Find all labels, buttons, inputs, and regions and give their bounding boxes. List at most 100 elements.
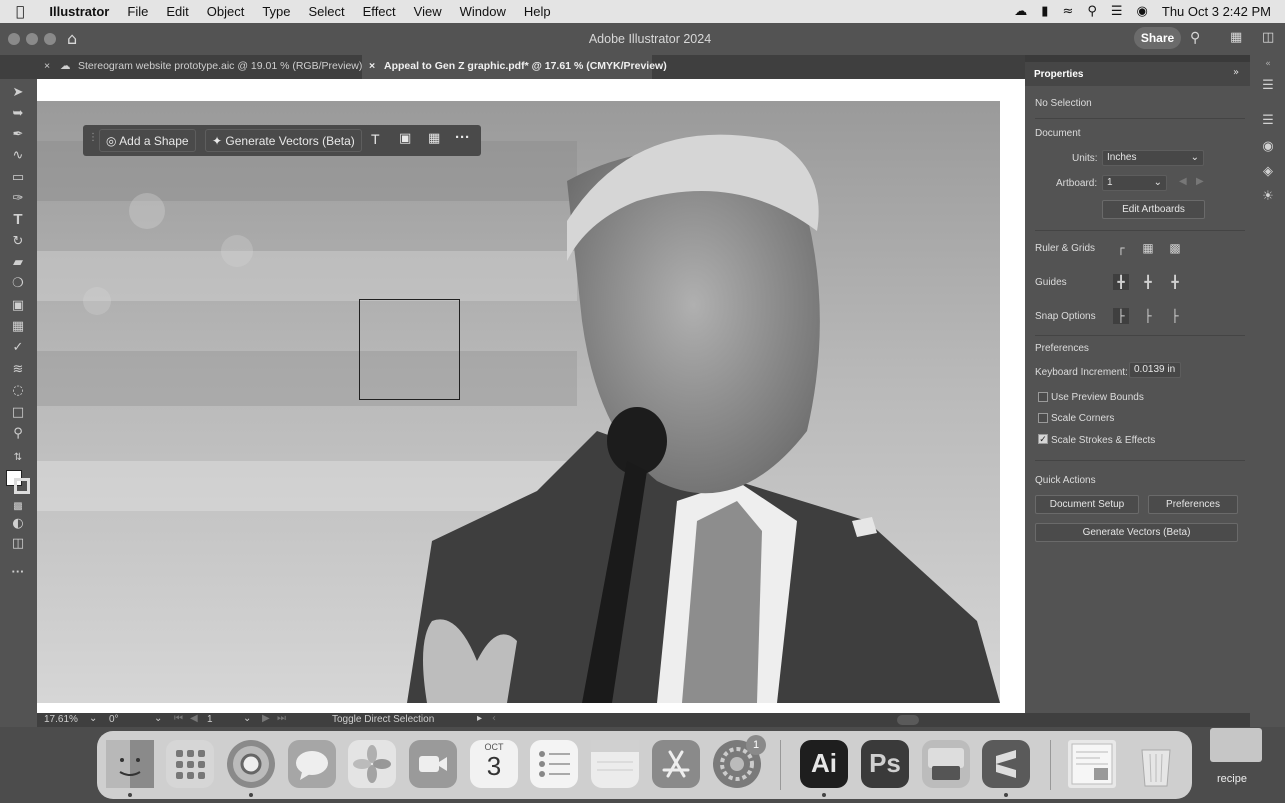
collapse-panel-icon[interactable]: » bbox=[1233, 67, 1239, 78]
scale-corners-checkbox[interactable] bbox=[1038, 413, 1048, 423]
siri-icon[interactable]: ◉ bbox=[1137, 4, 1148, 19]
creative-cloud-icon[interactable]: ☁ bbox=[1014, 4, 1027, 19]
apple-icon[interactable]:  bbox=[0, 4, 40, 20]
curvature-tool-icon[interactable]: ∿ bbox=[9, 147, 27, 165]
lock-guides-icon[interactable]: ╋ bbox=[1140, 274, 1156, 290]
next-artboard-icon[interactable]: ▶ bbox=[262, 713, 270, 724]
edit-artboards-button[interactable]: Edit Artboards bbox=[1102, 200, 1205, 219]
menu-effect[interactable]: Effect bbox=[354, 4, 405, 19]
appearance-panel-icon[interactable]: ☀ bbox=[1259, 188, 1277, 206]
status-menu-arrow-icon[interactable]: ▸ bbox=[477, 713, 482, 724]
panel-layout-icon[interactable]: ◫ bbox=[1262, 30, 1274, 45]
show-guides-icon[interactable]: ╋ bbox=[1113, 274, 1129, 290]
sublime-text-icon[interactable] bbox=[982, 740, 1030, 788]
last-artboard-icon[interactable]: ⏭ bbox=[277, 713, 286, 724]
paintbrush-tool-icon[interactable]: ✑ bbox=[9, 190, 27, 208]
desktop-file-label[interactable]: recipe bbox=[1217, 773, 1247, 785]
zoom-level[interactable]: 17.61% bbox=[44, 714, 78, 725]
menu-select[interactable]: Select bbox=[300, 4, 354, 19]
menu-file[interactable]: File bbox=[118, 4, 157, 19]
menu-object[interactable]: Object bbox=[198, 4, 254, 19]
document-setup-button[interactable]: Document Setup bbox=[1035, 495, 1139, 514]
scroll-left-icon[interactable]: ‹ bbox=[492, 713, 496, 724]
rotate-tool-icon[interactable]: ↻ bbox=[9, 233, 27, 251]
drag-handle-icon[interactable]: ⋮ bbox=[88, 132, 98, 143]
workspace-switcher-icon[interactable]: ▦ bbox=[1230, 30, 1242, 45]
previous-artboard-icon[interactable]: ◀ bbox=[1179, 176, 1187, 187]
spotlight-search-icon[interactable]: ⚲ bbox=[1087, 4, 1097, 19]
facetime-icon[interactable] bbox=[409, 740, 457, 788]
selected-rectangle-shape[interactable] bbox=[359, 299, 460, 400]
zoom-tool-icon[interactable]: ⚲ bbox=[9, 425, 27, 443]
menu-app-name[interactable]: Illustrator bbox=[40, 4, 118, 19]
menu-view[interactable]: View bbox=[405, 4, 451, 19]
artboard-dropdown-icon[interactable]: ⌄ bbox=[243, 713, 251, 724]
trash-icon[interactable] bbox=[1132, 740, 1180, 788]
menu-edit[interactable]: Edit bbox=[157, 4, 197, 19]
previous-artboard-icon[interactable]: ◀ bbox=[190, 713, 198, 724]
use-preview-bounds-checkbox[interactable] bbox=[1038, 392, 1048, 402]
preferences-button[interactable]: Preferences bbox=[1148, 495, 1238, 514]
menu-help[interactable]: Help bbox=[515, 4, 560, 19]
battery-icon[interactable]: ▮ bbox=[1041, 4, 1048, 19]
finder-icon[interactable] bbox=[106, 740, 154, 788]
calendar-icon[interactable]: OCT 3 bbox=[470, 740, 518, 788]
blend-tool-icon[interactable]: ≋ bbox=[9, 361, 27, 379]
close-tab-icon[interactable]: × bbox=[369, 55, 375, 77]
gradient-tool-icon[interactable]: ▣ bbox=[9, 297, 27, 315]
document-tab-active[interactable]: × Appeal to Gen Z graphic.pdf* @ 17.61 %… bbox=[362, 55, 667, 79]
menu-type[interactable]: Type bbox=[253, 4, 299, 19]
illustrator-app-icon[interactable]: Ai bbox=[800, 740, 848, 788]
more-options-icon[interactable]: ··· bbox=[455, 129, 470, 146]
close-tab-icon[interactable]: × bbox=[44, 55, 50, 77]
eyedropper-tool-icon[interactable]: ✓ bbox=[9, 339, 27, 357]
more-tools-icon[interactable]: ··· bbox=[9, 563, 27, 581]
type-tool-icon[interactable]: T bbox=[9, 211, 27, 229]
snap-to-grid-icon[interactable]: ├ bbox=[1140, 308, 1156, 324]
keyboard-increment-field[interactable]: 0.0139 in bbox=[1129, 362, 1181, 378]
ruler-icon[interactable]: ┌ bbox=[1113, 240, 1129, 256]
desktop-file-icon[interactable] bbox=[1210, 728, 1262, 762]
add-shape-button[interactable]: ◎ Add a Shape bbox=[99, 129, 196, 152]
app-store-icon[interactable] bbox=[652, 740, 700, 788]
wifi-icon[interactable]: ≈ bbox=[1062, 4, 1073, 19]
horizontal-scrollbar-thumb[interactable] bbox=[897, 715, 919, 725]
menu-window[interactable]: Window bbox=[451, 4, 515, 19]
pen-tool-icon[interactable]: ✒ bbox=[9, 126, 27, 144]
scale-strokes-checkbox[interactable]: ✓ bbox=[1038, 434, 1048, 445]
artboard-dropdown[interactable]: 1 ⌄ bbox=[1102, 175, 1167, 191]
properties-panel-icon[interactable]: ☰ bbox=[1259, 77, 1277, 95]
photoshop-app-icon[interactable]: Ps bbox=[861, 740, 909, 788]
swap-fill-stroke-icon[interactable]: ⇅ bbox=[9, 449, 27, 467]
artboard-number[interactable]: 1 bbox=[207, 714, 213, 725]
expand-panels-icon[interactable]: « bbox=[1259, 55, 1277, 73]
zoom-dropdown-icon[interactable]: ⌄ bbox=[89, 713, 97, 724]
units-dropdown[interactable]: Inches ⌄ bbox=[1102, 150, 1204, 166]
transparency-grid-icon[interactable]: ▩ bbox=[1167, 240, 1183, 256]
document-thumbnail-icon[interactable] bbox=[1068, 740, 1116, 788]
eraser-tool-icon[interactable]: ▰ bbox=[9, 254, 27, 272]
text-icon[interactable]: T bbox=[371, 131, 380, 147]
rotation-value[interactable]: 0° bbox=[109, 714, 119, 725]
shape-builder-tool-icon[interactable]: ◌ bbox=[9, 382, 27, 400]
image-trace-icon[interactable]: ▦ bbox=[428, 131, 440, 146]
next-artboard-icon[interactable]: ▶ bbox=[1196, 176, 1204, 187]
snap-to-pixel-icon[interactable]: ├ bbox=[1167, 308, 1183, 324]
search-icon[interactable]: ⚲ bbox=[1190, 30, 1200, 46]
messages-icon[interactable] bbox=[288, 740, 336, 788]
control-center-icon[interactable]: ☰ bbox=[1111, 4, 1123, 19]
layers-panel-icon[interactable]: ◈ bbox=[1259, 163, 1277, 181]
first-artboard-icon[interactable]: ⏮ bbox=[174, 713, 183, 724]
selection-tool-icon[interactable]: ➤ bbox=[9, 84, 27, 102]
libraries-panel-icon[interactable]: ☰ bbox=[1259, 112, 1277, 130]
rectangle-tool-icon[interactable]: ▭ bbox=[9, 169, 27, 187]
chrome-browser-icon[interactable] bbox=[227, 740, 275, 788]
smart-guides-icon[interactable]: ╋ bbox=[1167, 274, 1183, 290]
lasso-tool-icon[interactable]: ❍ bbox=[9, 275, 27, 293]
generate-vectors-panel-button[interactable]: Generate Vectors (Beta) bbox=[1035, 523, 1238, 542]
canvas[interactable]: ⋮ ◎ Add a Shape ✦ Generate Vectors (Beta… bbox=[37, 79, 1025, 713]
color-mode-icon[interactable]: ▩ bbox=[9, 498, 27, 516]
direct-selection-tool-icon[interactable]: ➥ bbox=[9, 105, 27, 123]
artboard-tool-icon[interactable]: □ bbox=[9, 404, 27, 422]
stroke-swatch[interactable] bbox=[14, 478, 30, 494]
